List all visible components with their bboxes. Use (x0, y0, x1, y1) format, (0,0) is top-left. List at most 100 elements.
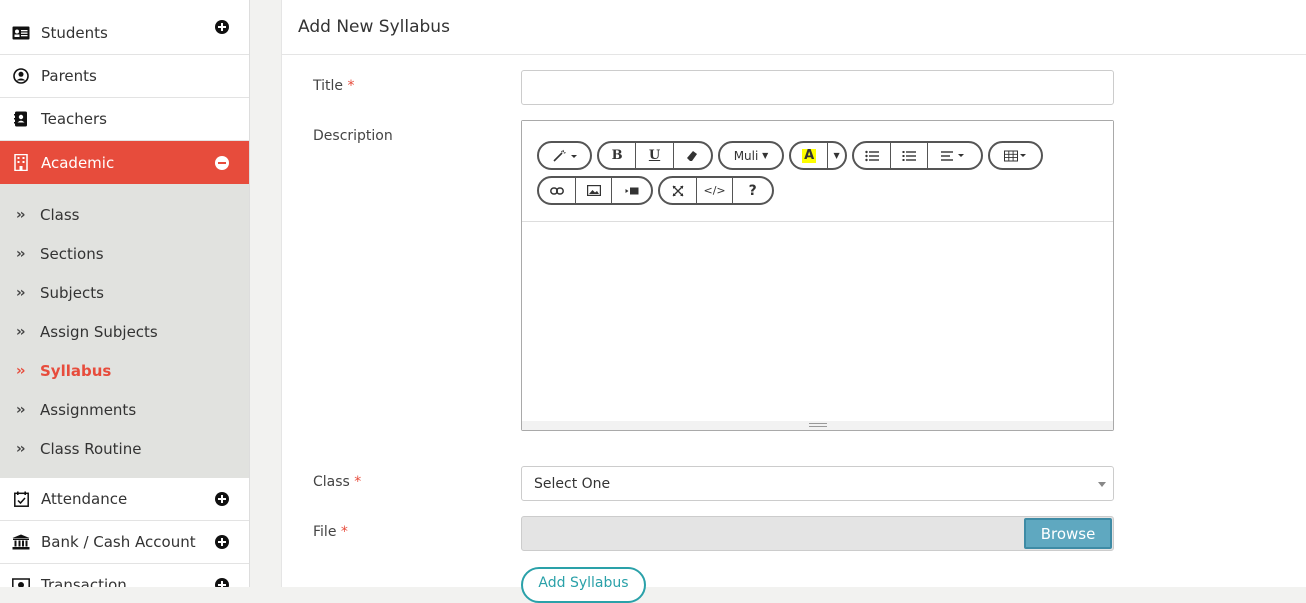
video-icon (625, 187, 639, 194)
class-select-value: Select One (534, 475, 611, 492)
submenu-item-assignments[interactable]: ›› Assignments (0, 390, 249, 429)
align-left-icon (941, 150, 965, 161)
double-chevron-right-icon: ›› (16, 284, 26, 301)
font-color-icon: A (802, 147, 817, 163)
money-icon (12, 576, 30, 587)
sidebar-item-students[interactable]: Students (0, 0, 249, 55)
sidebar-item-teachers[interactable]: Teachers (0, 98, 249, 141)
sidebar-item-label: Academic (41, 153, 115, 172)
add-syllabus-button[interactable]: Add Syllabus (521, 567, 646, 603)
question-icon: ? (748, 182, 757, 199)
submenu-item-assign-subjects[interactable]: ›› Assign Subjects (0, 312, 249, 351)
title-label: Title * (313, 78, 354, 94)
style-group (537, 141, 592, 170)
panel-title: Add New Syllabus (282, 0, 1306, 55)
sidebar-item-label: Transaction (41, 576, 127, 587)
font-color-button[interactable]: A (791, 143, 829, 168)
submenu-label: Assign Subjects (40, 322, 158, 341)
caret-down-icon: ▼ (762, 151, 769, 160)
building-icon (12, 154, 30, 172)
academic-submenu: ›› Class ›› Sections ›› Subjects ›› Assign S… (0, 184, 249, 478)
editor-content-area[interactable] (522, 222, 1113, 422)
image-icon (586, 185, 601, 196)
sidebar-item-label: Attendance (41, 490, 128, 508)
fullscreen-button[interactable] (660, 178, 697, 203)
insert-table-button[interactable] (990, 143, 1041, 168)
minus-circle-icon[interactable] (215, 155, 229, 170)
file-input[interactable]: Browse (521, 516, 1114, 551)
plus-circle-icon[interactable] (215, 578, 229, 587)
magic-wand-icon (552, 149, 577, 162)
insert-link-button[interactable] (539, 178, 576, 203)
sidebar-item-bank-cash-account[interactable]: Bank / Cash Account (0, 521, 249, 564)
description-editor: B U Muli ▼ A ▼ </> ? (521, 120, 1114, 431)
plus-circle-icon[interactable] (215, 20, 229, 34)
insert-group (537, 176, 653, 205)
sidebar-item-label: Students (41, 24, 108, 42)
caret-down-icon (1098, 482, 1106, 487)
sidebar-item-transaction[interactable]: Transaction (0, 564, 249, 587)
font-name-dropdown[interactable]: Muli ▼ (720, 143, 782, 168)
bank-icon (12, 533, 30, 551)
address-book-icon (12, 110, 30, 128)
submenu-item-syllabus[interactable]: ›› Syllabus (0, 351, 249, 390)
insert-image-button[interactable] (576, 178, 613, 203)
magic-style-button[interactable] (539, 143, 590, 168)
bold-button[interactable]: B (599, 143, 637, 168)
ordered-list-button[interactable] (891, 143, 928, 168)
double-chevron-right-icon: ›› (16, 440, 26, 457)
editor-resize-handle[interactable] (522, 421, 1113, 430)
insert-video-button[interactable] (612, 178, 651, 203)
class-label-text: Class (313, 474, 350, 490)
double-chevron-right-icon: ›› (16, 401, 26, 418)
title-label-text: Title (313, 78, 344, 94)
sidebar-item-label: Parents (41, 67, 97, 85)
class-label: Class * (313, 474, 361, 490)
id-card-icon (12, 24, 30, 42)
file-label-text: File (313, 524, 337, 540)
table-icon (1003, 150, 1026, 161)
submenu-item-class[interactable]: ›› Class (0, 195, 249, 234)
sidebar-item-label: Bank / Cash Account (41, 533, 196, 551)
color-dropdown-button[interactable]: ▼ (828, 143, 845, 168)
link-icon (549, 186, 564, 195)
unordered-list-button[interactable] (854, 143, 891, 168)
submenu-label: Assignments (40, 400, 137, 419)
ordered-list-icon (902, 150, 916, 161)
submenu-label: Sections (40, 244, 104, 263)
sidebar-item-parents[interactable]: Parents (0, 55, 249, 98)
class-select[interactable]: Select One (521, 466, 1114, 501)
double-chevron-right-icon: ›› (16, 206, 26, 223)
unordered-list-icon (865, 150, 879, 161)
paragraph-align-button[interactable] (928, 143, 981, 168)
submenu-label: Class (40, 205, 80, 224)
submenu-item-sections[interactable]: ›› Sections (0, 234, 249, 273)
submenu-label: Class Routine (40, 439, 142, 458)
sidebar-item-attendance[interactable]: Attendance (0, 478, 249, 521)
help-button[interactable]: ? (733, 178, 772, 203)
double-chevron-right-icon: ›› (16, 323, 26, 340)
required-mark: * (347, 78, 355, 94)
sidebar-item-label: Teachers (41, 110, 107, 128)
eraser-button[interactable] (674, 143, 711, 168)
title-input[interactable] (521, 70, 1114, 105)
underline-button[interactable]: U (636, 143, 674, 168)
submenu-item-subjects[interactable]: ›› Subjects (0, 273, 249, 312)
double-chevron-right-icon: ›› (16, 245, 26, 262)
submenu-item-class-routine[interactable]: ›› Class Routine (0, 429, 249, 468)
submenu-label: Syllabus (40, 361, 112, 380)
misc-group: </> ? (658, 176, 774, 205)
table-group (988, 141, 1043, 170)
syllabus-panel: Add New Syllabus Title * Description B U… (281, 0, 1306, 603)
plus-circle-icon[interactable] (215, 535, 229, 549)
browse-button[interactable]: Browse (1024, 518, 1112, 549)
code-view-button[interactable]: </> (697, 178, 734, 203)
required-mark: * (340, 524, 348, 540)
submenu-label: Subjects (40, 283, 104, 302)
calendar-check-icon (12, 490, 30, 508)
content-gutter (251, 0, 281, 587)
eraser-icon (687, 150, 698, 161)
sidebar-item-academic[interactable]: Academic (0, 141, 249, 184)
resize-grip-icon (808, 423, 827, 427)
plus-circle-icon[interactable] (215, 492, 229, 506)
